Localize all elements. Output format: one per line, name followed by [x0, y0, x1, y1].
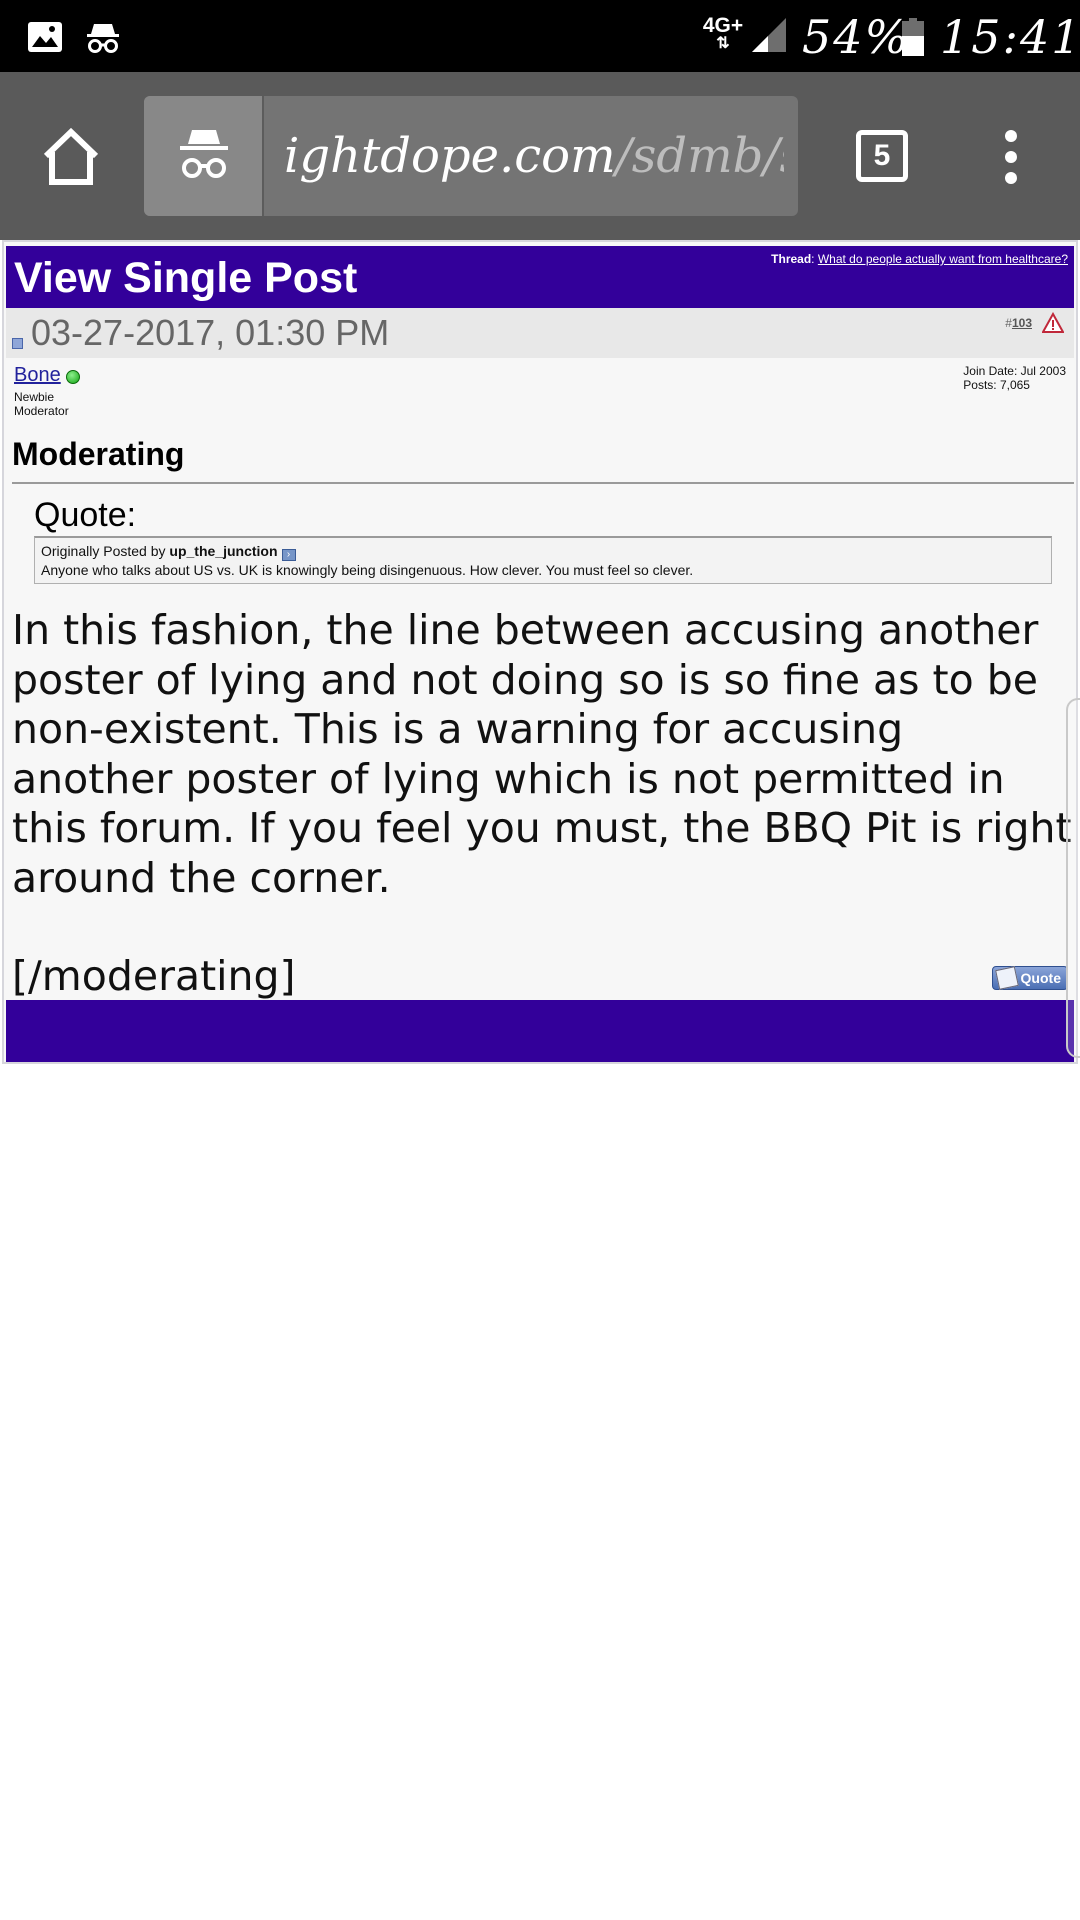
- battery-icon: [902, 18, 924, 56]
- post-number: #103: [1005, 316, 1032, 330]
- post-body-closing: [/moderating]: [12, 952, 296, 1000]
- page-header: View Single Post Thread: What do people …: [6, 246, 1074, 308]
- clock: 15:41: [940, 10, 1080, 64]
- browser-toolbar: ightdope.com/sdmb/s 5: [0, 72, 1080, 240]
- scroll-handle[interactable]: [1066, 698, 1080, 1058]
- thread-info: Thread: What do people actually want fro…: [771, 252, 1068, 266]
- incognito-indicator: [144, 96, 264, 216]
- image-icon: [28, 22, 62, 52]
- post-body: In this fashion, the line between accusi…: [12, 606, 1072, 1002]
- subject-divider: [12, 482, 1074, 484]
- user-rank: Newbie Moderator: [14, 390, 69, 418]
- web-page: View Single Post Thread: What do people …: [0, 240, 1080, 1920]
- overflow-menu-icon[interactable]: [1000, 130, 1022, 186]
- network-type: 4G+ ⇅: [702, 14, 744, 52]
- url-domain: ightdope.com: [284, 128, 616, 184]
- user-stats: Join Date: Jul 2003 Posts: 7,065: [963, 364, 1066, 392]
- view-post-icon[interactable]: ›: [281, 549, 296, 561]
- incognito-icon: [87, 24, 119, 53]
- post-body-paragraph: In this fashion, the line between accusi…: [12, 606, 1072, 902]
- url-text[interactable]: ightdope.com/sdmb/s: [284, 96, 784, 216]
- status-bar: 4G+ ⇅ 54% 15:41: [0, 0, 1080, 72]
- quote-label: Quote:: [34, 496, 137, 534]
- post-date-row: 03-27-2017, 01:30 PM #103: [6, 308, 1074, 358]
- url-path: /sdmb/s: [615, 128, 784, 184]
- battery-percent: 54%: [802, 10, 911, 64]
- thread-label: Thread: [771, 252, 812, 266]
- page-footer: [6, 1000, 1074, 1062]
- home-icon[interactable]: [40, 126, 102, 186]
- quote-pencil-icon: [995, 966, 1019, 990]
- quote-text: Anyone who talks about US vs. UK is know…: [41, 562, 694, 578]
- tab-switcher-button[interactable]: 5: [856, 130, 908, 182]
- incognito-icon: [180, 130, 228, 178]
- post-status-icon: [12, 338, 23, 349]
- thread-link[interactable]: What do people actually want from health…: [818, 252, 1068, 266]
- signal-icon: [752, 18, 786, 52]
- address-bar[interactable]: ightdope.com/sdmb/s: [144, 96, 798, 216]
- quote-author: up_the_junction: [169, 543, 278, 559]
- join-date: Join Date: Jul 2003: [963, 364, 1066, 378]
- quote-button[interactable]: Quote: [992, 966, 1068, 990]
- post-subject: Moderating: [12, 436, 185, 472]
- username-link[interactable]: Bone: [14, 364, 61, 387]
- quote-box: Originally Posted by up_the_junction › An…: [34, 536, 1052, 584]
- report-post-icon[interactable]: [1042, 312, 1064, 334]
- post-container: View Single Post Thread: What do people …: [2, 240, 1078, 1064]
- quote-attribution: Originally Posted by up_the_junction ›: [41, 542, 1045, 561]
- user-info-row: Bone Newbie Moderator Join Date: Jul 200…: [6, 358, 1074, 424]
- post-number-link[interactable]: 103: [1012, 316, 1032, 330]
- post-count: Posts: 7,065: [963, 378, 1030, 392]
- page-title: View Single Post: [14, 254, 358, 302]
- online-status-icon: [66, 370, 80, 384]
- post-date: 03-27-2017, 01:30 PM: [31, 312, 390, 353]
